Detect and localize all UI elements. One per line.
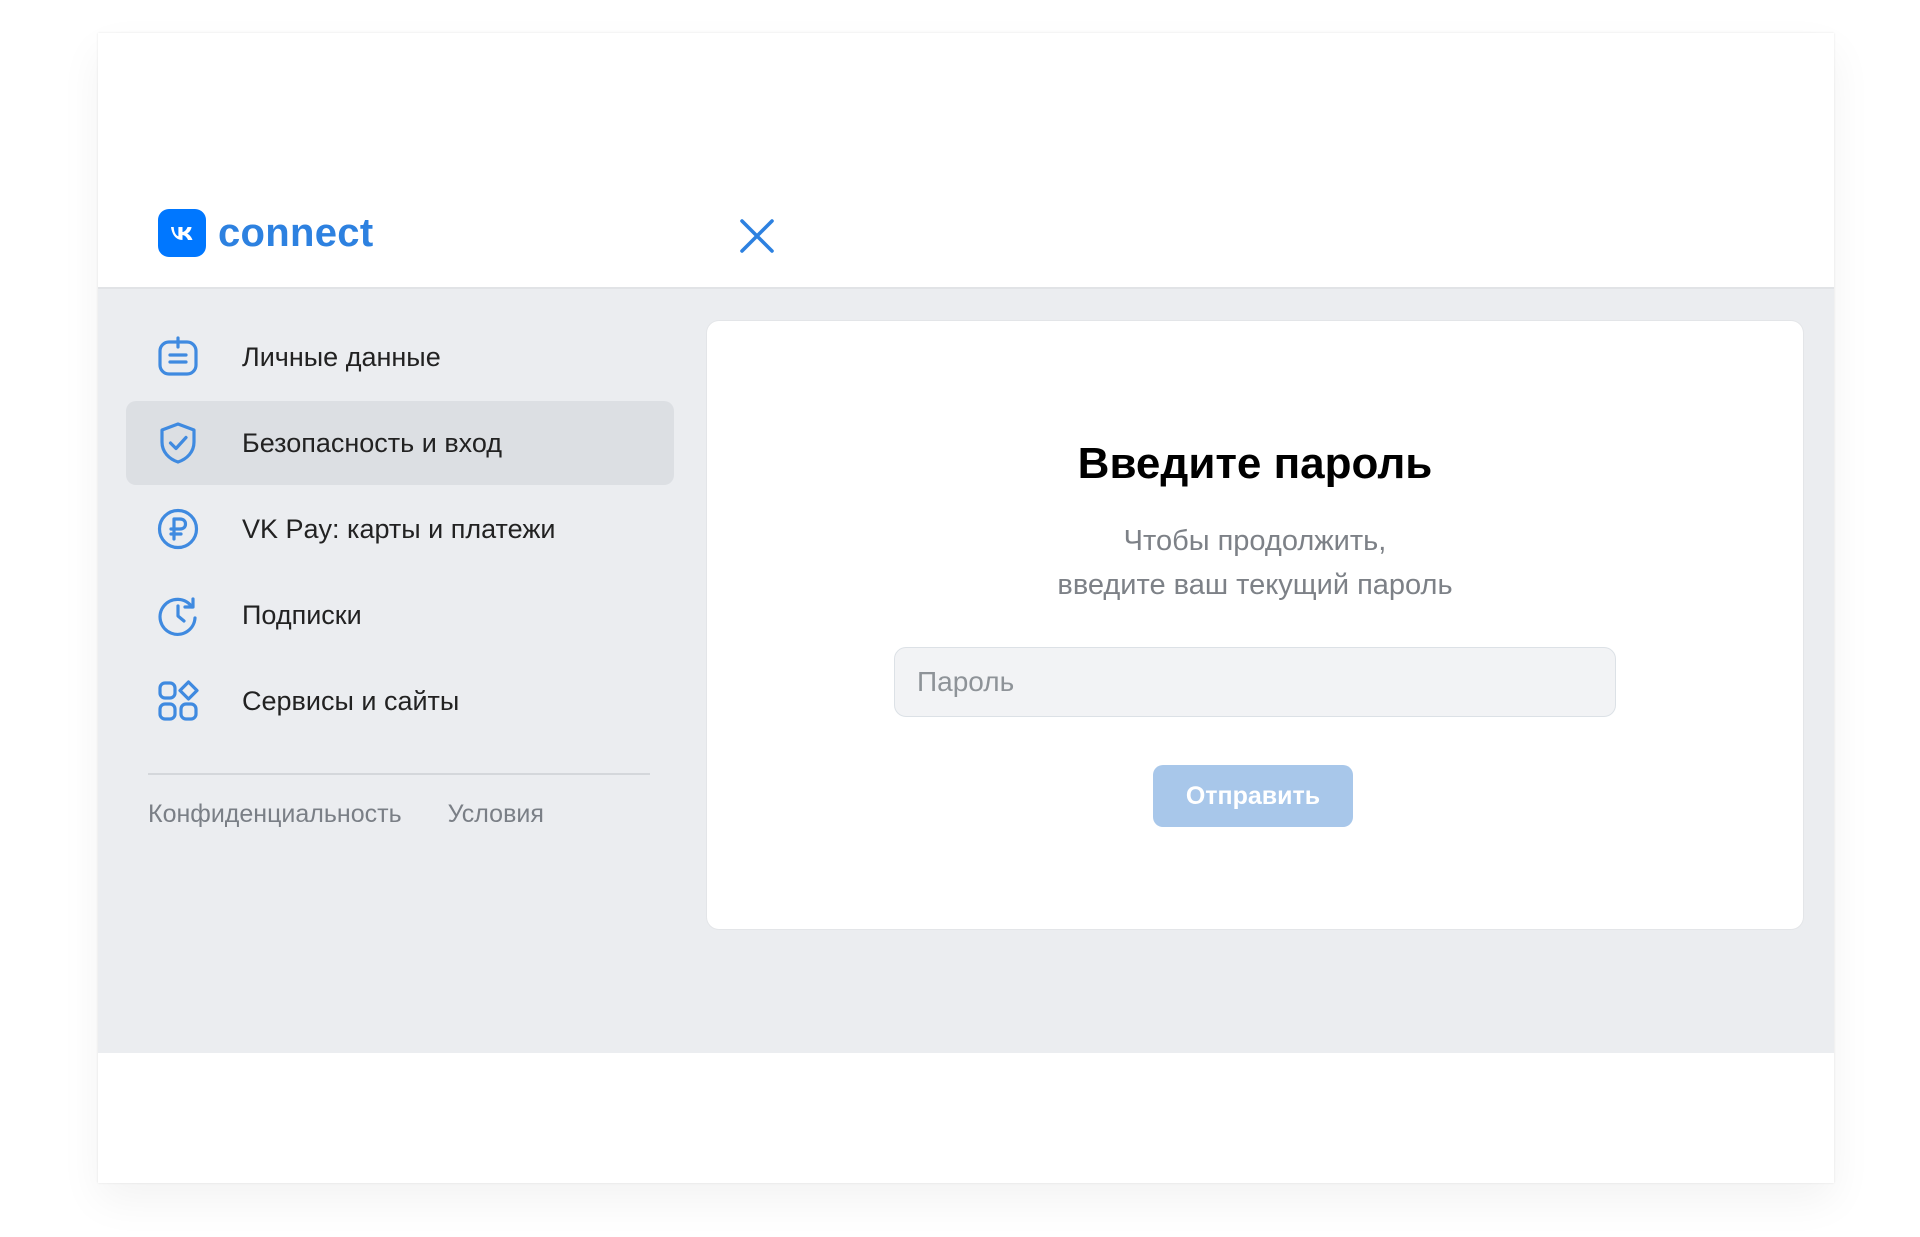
vk-connect-logo[interactable]: connect [158,208,373,258]
card-subtitle: Чтобы продолжить, введите ваш текущий па… [707,519,1803,607]
sidebar-item-label: Личные данные [242,342,441,372]
sidebar-item-label: VK Pay: карты и платежи [242,514,556,544]
sidebar-item-vk-pay[interactable]: VK Pay: карты и платежи [126,487,674,571]
services-grid-icon [156,679,200,723]
sidebar-item-subscriptions[interactable]: Подписки [126,573,674,657]
close-button[interactable] [735,214,779,258]
terms-link[interactable]: Условия [448,800,544,829]
sidebar-item-personal-data[interactable]: Личные данные [126,315,674,399]
footer-links: Конфиденциальность Условия [148,800,590,829]
subtitle-line-2: введите ваш текущий пароль [1057,569,1453,601]
logo-text: connect [218,211,374,255]
sidebar-item-services[interactable]: Сервисы и сайты [126,659,674,743]
password-input[interactable] [894,647,1616,717]
password-card: Введите пароль Чтобы продолжить, введите… [707,321,1803,929]
vk-logo-icon [158,209,206,257]
header: connect [98,33,1834,289]
ruble-icon [156,507,200,551]
vk-connect-window: connect Личные данные Безопасность и вхо… [98,33,1834,1183]
subtitle-line-1: Чтобы продолжить, [1123,525,1387,557]
shield-check-icon [156,421,200,465]
page-title: Введите пароль [1077,439,1433,488]
sidebar-item-security[interactable]: Безопасность и вход [126,401,674,485]
submit-button[interactable]: Отправить [1153,765,1353,827]
personal-data-icon [156,335,200,379]
content-area: Личные данные Безопасность и вход VK Pay… [98,289,1834,1053]
sidebar-item-label: Подписки [242,600,362,630]
sidebar-item-label: Безопасность и вход [242,428,503,458]
close-icon [740,219,774,253]
sidebar-divider [148,773,650,775]
subscription-clock-icon [156,593,200,637]
privacy-link[interactable]: Конфиденциальность [148,800,402,829]
sidebar: Личные данные Безопасность и вход VK Pay… [126,315,674,828]
sidebar-item-label: Сервисы и сайты [242,686,460,716]
